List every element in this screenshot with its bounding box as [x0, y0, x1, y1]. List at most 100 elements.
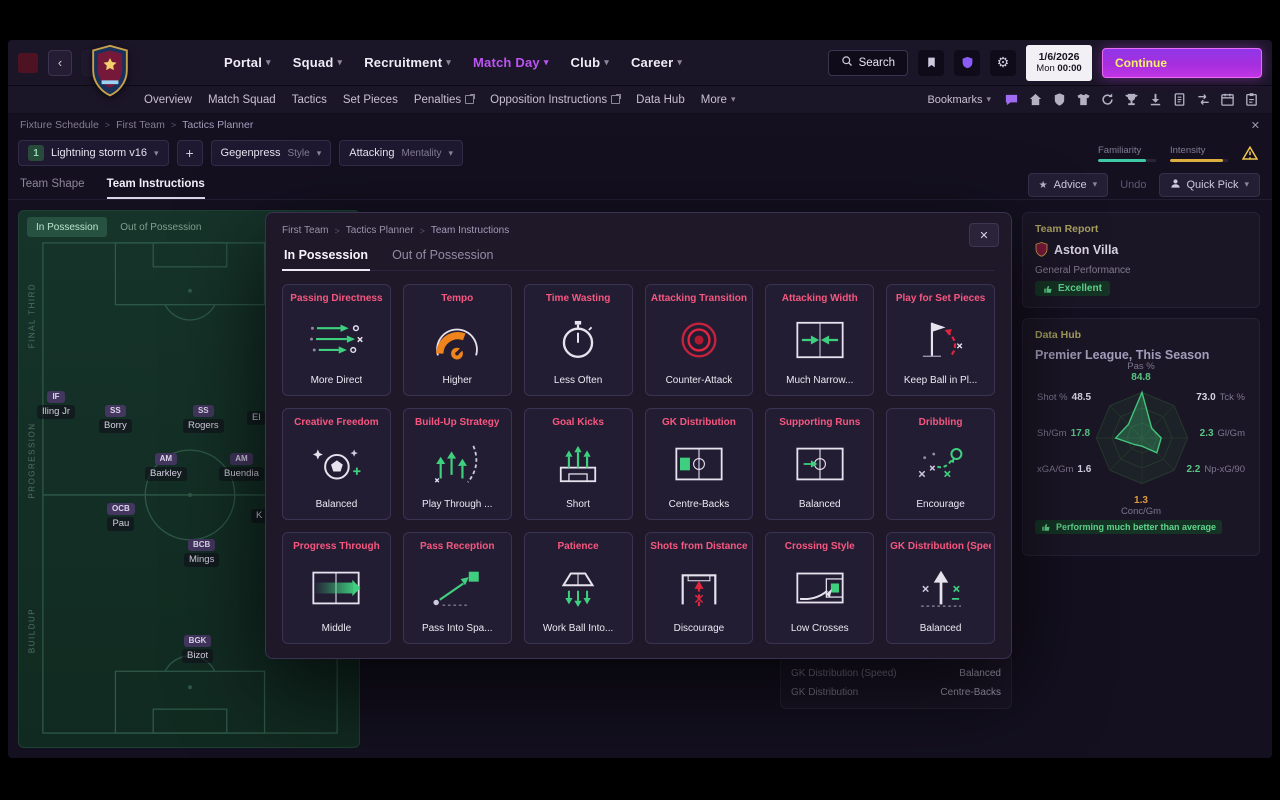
player-el[interactable]: El [247, 409, 266, 426]
style-selector[interactable]: Gegenpress Style [210, 140, 332, 166]
breadcrumb-item[interactable]: Tactics Planner [182, 119, 253, 131]
instruction-value: Much Narrow... [786, 375, 854, 386]
subnav-item-set-pieces[interactable]: Set Pieces [343, 94, 398, 106]
instruction-card-play-for-set-pieces[interactable]: Play for Set Pieces Keep Ball in Pl... [886, 284, 995, 396]
bookmarks-dropdown[interactable]: Bookmarks [927, 94, 991, 106]
subnav-item-more[interactable]: More [701, 94, 736, 106]
subnav-item-label: More [700, 93, 727, 106]
instruction-card-attacking-transition[interactable]: Attacking Transition Counter-Attack [644, 284, 754, 396]
breadcrumb-item[interactable]: Team Instructions [431, 225, 509, 236]
intensity-fill [1170, 158, 1224, 162]
breadcrumb-item[interactable]: First Team [116, 119, 165, 131]
instruction-card-creative-freedom[interactable]: Creative Freedom Balanced [282, 408, 391, 520]
club-icon[interactable] [1051, 91, 1068, 108]
refresh-icon[interactable] [1099, 91, 1116, 108]
tactic-selector[interactable]: 1 Lightning storm v16 [18, 140, 169, 166]
instruction-summary-row[interactable]: GK Distribution Centre-Backs [791, 683, 1001, 702]
trophy-icon[interactable] [1123, 91, 1140, 108]
instruction-card-build-up-strategy[interactable]: Build-Up Strategy Play Through ... [402, 408, 512, 520]
instruction-card-pass-reception[interactable]: Pass Reception Pass Into Spa... [402, 532, 512, 644]
breadcrumb-item[interactable]: Fixture Schedule [20, 119, 99, 131]
instruction-card-time-wasting[interactable]: Time Wasting Less Often [523, 284, 633, 396]
modal-close-button[interactable] [969, 223, 999, 247]
breadcrumb: Fixture Schedule > First Team > Tactics Plan… [8, 114, 1272, 136]
history-back-button[interactable] [48, 49, 72, 76]
date-display[interactable]: 1/6/2026 Mon 00:00 [1026, 44, 1092, 81]
subnav-item-overview[interactable]: Overview [144, 94, 192, 106]
build-up-icon [404, 428, 511, 499]
team-report-panel: Team Report Aston Villa General Performa… [1022, 212, 1260, 308]
subnav-item-penalties[interactable]: Penalties [414, 94, 476, 106]
home-icon[interactable] [1027, 91, 1044, 108]
bookmark-flag-icon[interactable] [918, 49, 944, 76]
nav-item-squad[interactable]: Squad [293, 55, 342, 70]
undo-button[interactable]: Undo [1120, 179, 1146, 191]
breadcrumb-item[interactable]: Tactics Planner [346, 225, 414, 236]
pitch-tab-in-possession[interactable]: In Possession [27, 217, 108, 237]
nav-item-career[interactable]: Career [631, 55, 682, 70]
breadcrumb-item[interactable]: First Team [282, 225, 329, 236]
player-borry[interactable]: SS Borry [99, 405, 132, 433]
modal-tab-out-of-possession[interactable]: Out of Possession [390, 246, 495, 271]
subnav-item-match-squad[interactable]: Match Squad [208, 94, 276, 106]
instruction-card-crossing-style[interactable]: Crossing Style Low Crosses [765, 532, 875, 644]
add-tactic-button[interactable] [176, 140, 203, 166]
instruction-summary-row[interactable]: GK Distribution (Speed) Balanced [791, 664, 1001, 683]
notes-icon[interactable] [1243, 91, 1260, 108]
player-bizot[interactable]: BGK Bizot [182, 635, 214, 663]
nav-item-portal[interactable]: Portal [224, 55, 271, 70]
modal-tab-in-possession[interactable]: In Possession [282, 246, 371, 271]
tab-team-shape[interactable]: Team Shape [20, 170, 85, 199]
player-role: AM [230, 453, 253, 465]
chat-icon[interactable] [1003, 91, 1020, 108]
report-icon[interactable] [1171, 91, 1188, 108]
instruction-card-progress-through[interactable]: Progress Through Middle [282, 532, 391, 644]
instruction-value: Balanced [919, 623, 962, 634]
instruction-card-shots-from-distance[interactable]: Shots from Distance Discourage [644, 532, 754, 644]
subnav-item-label: Set Pieces [342, 93, 398, 106]
transfer-icon[interactable] [1195, 91, 1212, 108]
player-barkley[interactable]: AM Barkley [145, 453, 187, 481]
team-row[interactable]: Aston Villa [1035, 242, 1247, 257]
shirt-icon[interactable] [1075, 91, 1092, 108]
close-icon[interactable] [1251, 119, 1260, 132]
subnav-item-data-hub[interactable]: Data Hub [636, 94, 685, 106]
quick-pick-button[interactable]: Quick Pick [1158, 172, 1260, 197]
instruction-card-tempo[interactable]: Tempo Higher [402, 284, 512, 396]
player-iling-jr[interactable]: IF Iling Jr [37, 391, 75, 419]
download-icon[interactable] [1147, 91, 1164, 108]
search-button[interactable]: Search [827, 49, 908, 76]
instruction-card-gk-distribution[interactable]: GK Distribution Centre-Backs [644, 408, 754, 520]
instruction-card-passing-directness[interactable]: Passing Directness More Direct [282, 284, 391, 396]
view-tabs: Team Shape Team Instructions Advice Undo… [8, 170, 1272, 200]
instruction-card-goal-kicks[interactable]: Goal Kicks Short [523, 408, 633, 520]
nav-item-recruitment[interactable]: Recruitment [364, 55, 451, 70]
player-rogers[interactable]: SS Rogers [183, 405, 224, 433]
instruction-card-attacking-width[interactable]: Attacking Width Much Narrow... [765, 284, 875, 396]
player-pau[interactable]: OCB Pau [107, 503, 135, 531]
subnav-item-tactics[interactable]: Tactics [292, 94, 327, 106]
mentality-selector[interactable]: Attacking Mentality [339, 140, 464, 166]
pitch-tab-out-of-possession[interactable]: Out of Possession [111, 217, 210, 237]
assistant-shield-icon[interactable] [954, 49, 980, 76]
instruction-card-supporting-runs[interactable]: Supporting Runs Balanced [765, 408, 875, 520]
chevron-down-icon [677, 58, 682, 67]
continue-button[interactable]: Continue [1102, 47, 1262, 78]
radar-slot-bottom-left: xGA/Gm 1.6 [1037, 464, 1091, 475]
rating-label: Excellent [1058, 283, 1102, 294]
nav-item-match-day[interactable]: Match Day [473, 55, 549, 70]
player-mings[interactable]: BCB Mings [184, 539, 220, 567]
player-buendia[interactable]: AM Buendia [219, 453, 264, 481]
aston-villa-crest[interactable] [88, 43, 132, 101]
calendar-icon[interactable] [1219, 91, 1236, 108]
instruction-card-gk-distribution-speed[interactable]: GK Distribution (Speed Balanced [886, 532, 995, 644]
instruction-card-patience[interactable]: Patience Work Ball Into... [523, 532, 633, 644]
data-hub-panel: Data Hub Premier League, This Season Pas… [1022, 318, 1260, 556]
tab-team-instructions[interactable]: Team Instructions [106, 170, 205, 199]
instruction-card-dribbling[interactable]: Dribbling Encourage [886, 408, 995, 520]
player-name: Mings [184, 552, 220, 567]
nav-item-club[interactable]: Club [571, 55, 609, 70]
advice-button[interactable]: Advice [1027, 172, 1109, 197]
subnav-item-opposition-instructions[interactable]: Opposition Instructions [490, 94, 622, 106]
settings-gear-icon[interactable] [990, 49, 1016, 76]
